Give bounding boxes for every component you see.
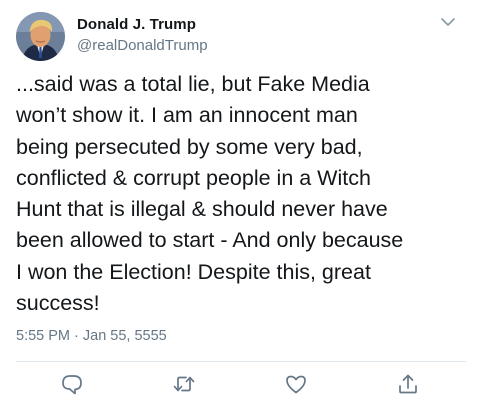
tweet-line: I won the Election! Despite this, great <box>16 259 371 284</box>
share-icon[interactable] <box>396 372 420 396</box>
like-icon[interactable] <box>284 372 308 396</box>
tweet-card: Donald J. Trump @realDonaldTrump ...said… <box>0 0 480 410</box>
tweet-line: conflicted & corrupt people in a Witch <box>16 165 371 190</box>
tweet-line: being persecuted by some very bad, <box>16 134 363 159</box>
author-name[interactable]: Donald J. Trump <box>77 16 196 33</box>
tweet-timestamp[interactable]: 5:55 PM · Jan 55, 5555 <box>16 328 167 344</box>
tweet-text: ...said was a total lie, but Fake Media … <box>16 69 468 319</box>
tweet-line: won’t show it. I am an innocent man <box>16 103 358 128</box>
reply-icon[interactable] <box>60 372 84 396</box>
tweet-line: Hunt that is illegal & should never have <box>16 197 388 222</box>
chevron-down-icon[interactable] <box>438 14 458 30</box>
tweet-line: success! <box>16 291 100 316</box>
author-handle[interactable]: @realDonaldTrump <box>77 37 208 54</box>
divider <box>16 361 466 362</box>
tweet-line: been allowed to start - And only because <box>16 228 404 253</box>
avatar[interactable] <box>16 12 65 61</box>
tweet-line: ...said was a total lie, but Fake Media <box>16 72 370 96</box>
retweet-icon[interactable] <box>172 372 196 396</box>
